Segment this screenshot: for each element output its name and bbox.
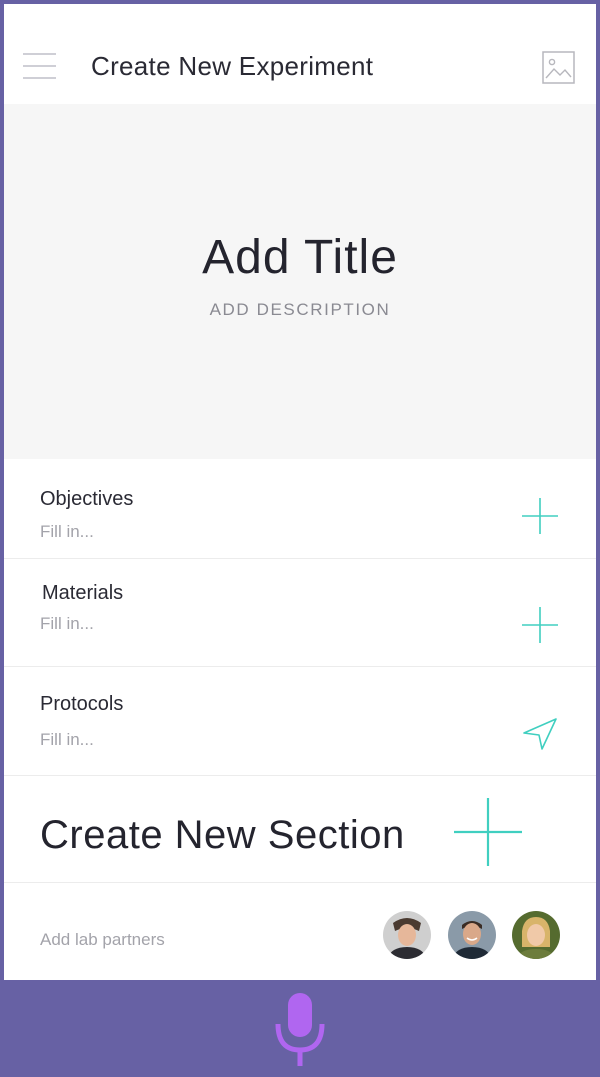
image-icon[interactable] bbox=[542, 51, 575, 84]
section-label: Materials bbox=[42, 582, 124, 604]
plus-icon[interactable] bbox=[522, 607, 558, 648]
section-label: Protocols bbox=[40, 693, 124, 715]
avatar[interactable] bbox=[448, 911, 496, 959]
create-new-section-label: Create New Section bbox=[40, 813, 405, 857]
send-icon[interactable] bbox=[522, 717, 558, 756]
add-title[interactable]: Add Title bbox=[4, 230, 596, 285]
avatar[interactable] bbox=[383, 911, 431, 959]
add-description[interactable]: ADD DESCRIPTION bbox=[4, 300, 596, 320]
title-area[interactable]: Add Title ADD DESCRIPTION bbox=[4, 104, 596, 459]
plus-icon[interactable] bbox=[454, 798, 522, 871]
add-lab-partners[interactable]: Add lab partners bbox=[40, 930, 165, 950]
hamburger-menu-icon[interactable] bbox=[23, 53, 56, 79]
avatar[interactable] bbox=[512, 911, 560, 959]
section-objectives[interactable]: Objectives Fill in... bbox=[4, 459, 596, 559]
section-fill-in[interactable]: Fill in... bbox=[40, 730, 94, 750]
section-materials[interactable]: Materials Fill in... bbox=[4, 559, 596, 667]
microphone-icon[interactable] bbox=[270, 990, 330, 1068]
lab-partners-row: Add lab partners bbox=[4, 884, 596, 980]
section-fill-in[interactable]: Fill in... bbox=[40, 614, 94, 634]
create-new-section[interactable]: Create New Section bbox=[4, 776, 596, 883]
app-frame: Create New Experiment Add Title ADD DESC… bbox=[4, 4, 596, 980]
page-title: Create New Experiment bbox=[91, 51, 374, 81]
plus-icon[interactable] bbox=[522, 498, 558, 539]
section-protocols[interactable]: Protocols Fill in... bbox=[4, 667, 596, 776]
voice-input-bar bbox=[0, 980, 600, 1077]
header: Create New Experiment bbox=[4, 4, 596, 104]
section-label: Objectives bbox=[40, 488, 134, 510]
section-fill-in[interactable]: Fill in... bbox=[40, 522, 94, 542]
